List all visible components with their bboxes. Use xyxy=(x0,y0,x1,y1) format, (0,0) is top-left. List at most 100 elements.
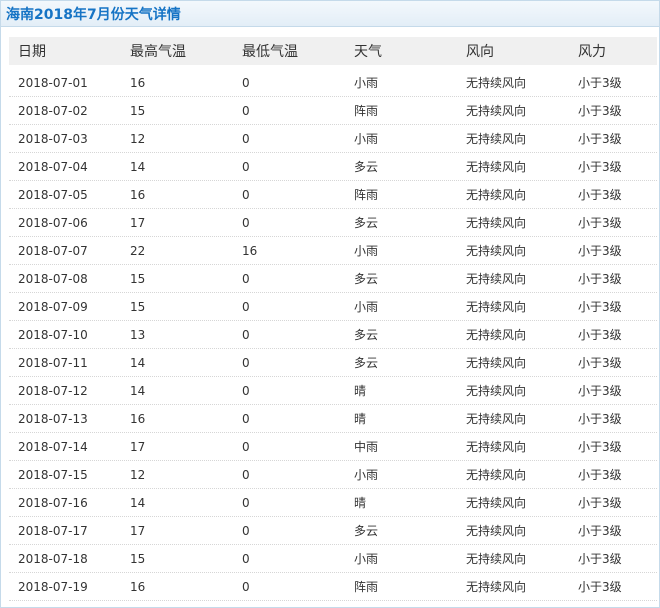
date-cell: 2018-07-18 xyxy=(18,551,88,566)
low-temp-cell: 0 xyxy=(242,271,250,286)
table-row: 2018-07-04 14 0 多云 无持续风向 小于3级 xyxy=(9,153,657,181)
low-temp-cell: 0 xyxy=(242,523,250,538)
table-row: 2018-07-09 15 0 小雨 无持续风向 小于3级 xyxy=(9,293,657,321)
date-cell: 2018-07-11 xyxy=(18,355,88,370)
weather-cell: 多云 xyxy=(354,272,379,286)
table-row: 2018-07-10 13 0 多云 无持续风向 小于3级 xyxy=(9,321,657,349)
low-temp-cell: 0 xyxy=(242,467,250,482)
high-temp-cell: 14 xyxy=(130,383,146,398)
wind-direction-cell: 无持续风向 xyxy=(466,468,527,482)
weather-cell: 多云 xyxy=(354,524,379,538)
low-temp-cell: 0 xyxy=(242,383,250,398)
weather-cell: 小雨 xyxy=(354,468,379,482)
weather-cell: 多云 xyxy=(354,216,379,230)
table-row: 2018-07-08 15 0 多云 无持续风向 小于3级 xyxy=(9,265,657,293)
high-temp-cell: 14 xyxy=(130,355,146,370)
date-cell: 2018-07-10 xyxy=(18,327,88,342)
date-cell: 2018-07-05 xyxy=(18,187,88,202)
wind-force-cell: 小于3级 xyxy=(578,300,622,314)
weather-cell: 多云 xyxy=(354,160,379,174)
low-temp-cell: 0 xyxy=(242,551,250,566)
wind-force-cell: 小于3级 xyxy=(578,328,622,342)
high-temp-cell: 22 xyxy=(130,243,146,258)
low-temp-cell: 0 xyxy=(242,187,250,202)
wind-direction-cell: 无持续风向 xyxy=(466,328,527,342)
weather-cell: 阵雨 xyxy=(354,188,379,202)
table-row: 2018-07-05 16 0 阵雨 无持续风向 小于3级 xyxy=(9,181,657,209)
low-temp-cell: 0 xyxy=(242,579,250,594)
wind-direction-cell: 无持续风向 xyxy=(466,412,527,426)
wind-force-cell: 小于3级 xyxy=(578,356,622,370)
wind-force-cell: 小于3级 xyxy=(578,580,622,594)
wind-force-cell: 小于3级 xyxy=(578,216,622,230)
low-temp-cell: 0 xyxy=(242,103,250,118)
wind-direction-cell: 无持续风向 xyxy=(466,440,527,454)
wind-direction-cell: 无持续风向 xyxy=(466,524,527,538)
high-temp-cell: 15 xyxy=(130,271,146,286)
table-row: 2018-07-16 14 0 晴 无持续风向 小于3级 xyxy=(9,489,657,517)
weather-cell: 晴 xyxy=(354,496,367,510)
wind-direction-cell: 无持续风向 xyxy=(466,104,527,118)
table-row: 2018-07-06 17 0 多云 无持续风向 小于3级 xyxy=(9,209,657,237)
wind-force-cell: 小于3级 xyxy=(578,524,622,538)
weather-cell: 阵雨 xyxy=(354,104,379,118)
wind-force-cell: 小于3级 xyxy=(578,384,622,398)
weather-cell: 多云 xyxy=(354,356,379,370)
weather-cell: 小雨 xyxy=(354,244,379,258)
high-temp-cell: 16 xyxy=(130,579,146,594)
weather-cell: 小雨 xyxy=(354,552,379,566)
table-row: 2018-07-12 14 0 晴 无持续风向 小于3级 xyxy=(9,377,657,405)
date-cell: 2018-07-14 xyxy=(18,439,88,454)
table-row: 2018-07-18 15 0 小雨 无持续风向 小于3级 xyxy=(9,545,657,573)
table-body: 2018-07-01 16 0 小雨 无持续风向 小于3级 2018-07-02 15 0 阵雨无… xyxy=(9,69,657,601)
wind-direction-cell: 无持续风向 xyxy=(466,244,527,258)
low-temp-cell: 0 xyxy=(242,75,250,90)
date-cell: 2018-07-15 xyxy=(18,467,88,482)
wind-force-cell: 小于3级 xyxy=(578,160,622,174)
weather-cell: 中雨 xyxy=(354,440,379,454)
weather-cell: 晴 xyxy=(354,412,367,426)
low-temp-cell: 16 xyxy=(242,243,258,258)
low-temp-cell: 0 xyxy=(242,131,250,146)
high-temp-cell: 17 xyxy=(130,523,146,538)
table-row: 2018-07-14 17 0 中雨 无持续风向 小于3级 xyxy=(9,433,657,461)
wind-force-cell: 小于3级 xyxy=(578,440,622,454)
weather-cell: 阵雨 xyxy=(354,580,379,594)
column-header-date: 日期 xyxy=(18,44,46,60)
page-title: 海南2018年7月份天气详情 xyxy=(6,6,181,23)
wind-direction-cell: 无持续风向 xyxy=(466,272,527,286)
column-header-high-temp: 最高气温 xyxy=(130,44,186,60)
table-row: 2018-07-02 15 0 阵雨 无持续风向 小于3级 xyxy=(9,97,657,125)
high-temp-cell: 13 xyxy=(130,327,146,342)
date-cell: 2018-07-08 xyxy=(18,271,88,286)
weather-cell: 小雨 xyxy=(354,132,379,146)
high-temp-cell: 12 xyxy=(130,467,146,482)
high-temp-cell: 17 xyxy=(130,439,146,454)
wind-direction-cell: 无持续风向 xyxy=(466,384,527,398)
wind-force-cell: 小于3级 xyxy=(578,468,622,482)
table-row: 2018-07-01 16 0 小雨 无持续风向 小于3级 xyxy=(9,69,657,97)
low-temp-cell: 0 xyxy=(242,355,250,370)
date-cell: 2018-07-02 xyxy=(18,103,88,118)
date-cell: 2018-07-03 xyxy=(18,131,88,146)
date-cell: 2018-07-07 xyxy=(18,243,88,258)
wind-force-cell: 小于3级 xyxy=(578,76,622,90)
date-cell: 2018-07-13 xyxy=(18,411,88,426)
date-cell: 2018-07-06 xyxy=(18,215,88,230)
wind-force-cell: 小于3级 xyxy=(578,244,622,258)
high-temp-cell: 15 xyxy=(130,551,146,566)
table-row: 2018-07-03 12 0 小雨 无持续风向 小于3级 xyxy=(9,125,657,153)
wind-force-cell: 小于3级 xyxy=(578,412,622,426)
low-temp-cell: 0 xyxy=(242,411,250,426)
wind-force-cell: 小于3级 xyxy=(578,104,622,118)
high-temp-cell: 15 xyxy=(130,103,146,118)
wind-direction-cell: 无持续风向 xyxy=(466,552,527,566)
high-temp-cell: 14 xyxy=(130,495,146,510)
date-cell: 2018-07-04 xyxy=(18,159,88,174)
low-temp-cell: 0 xyxy=(242,327,250,342)
wind-direction-cell: 无持续风向 xyxy=(466,76,527,90)
table-row: 2018-07-07 22 16 小雨 无持续风向 小于3级 xyxy=(9,237,657,265)
wind-direction-cell: 无持续风向 xyxy=(466,300,527,314)
date-cell: 2018-07-01 xyxy=(18,75,88,90)
high-temp-cell: 12 xyxy=(130,131,146,146)
